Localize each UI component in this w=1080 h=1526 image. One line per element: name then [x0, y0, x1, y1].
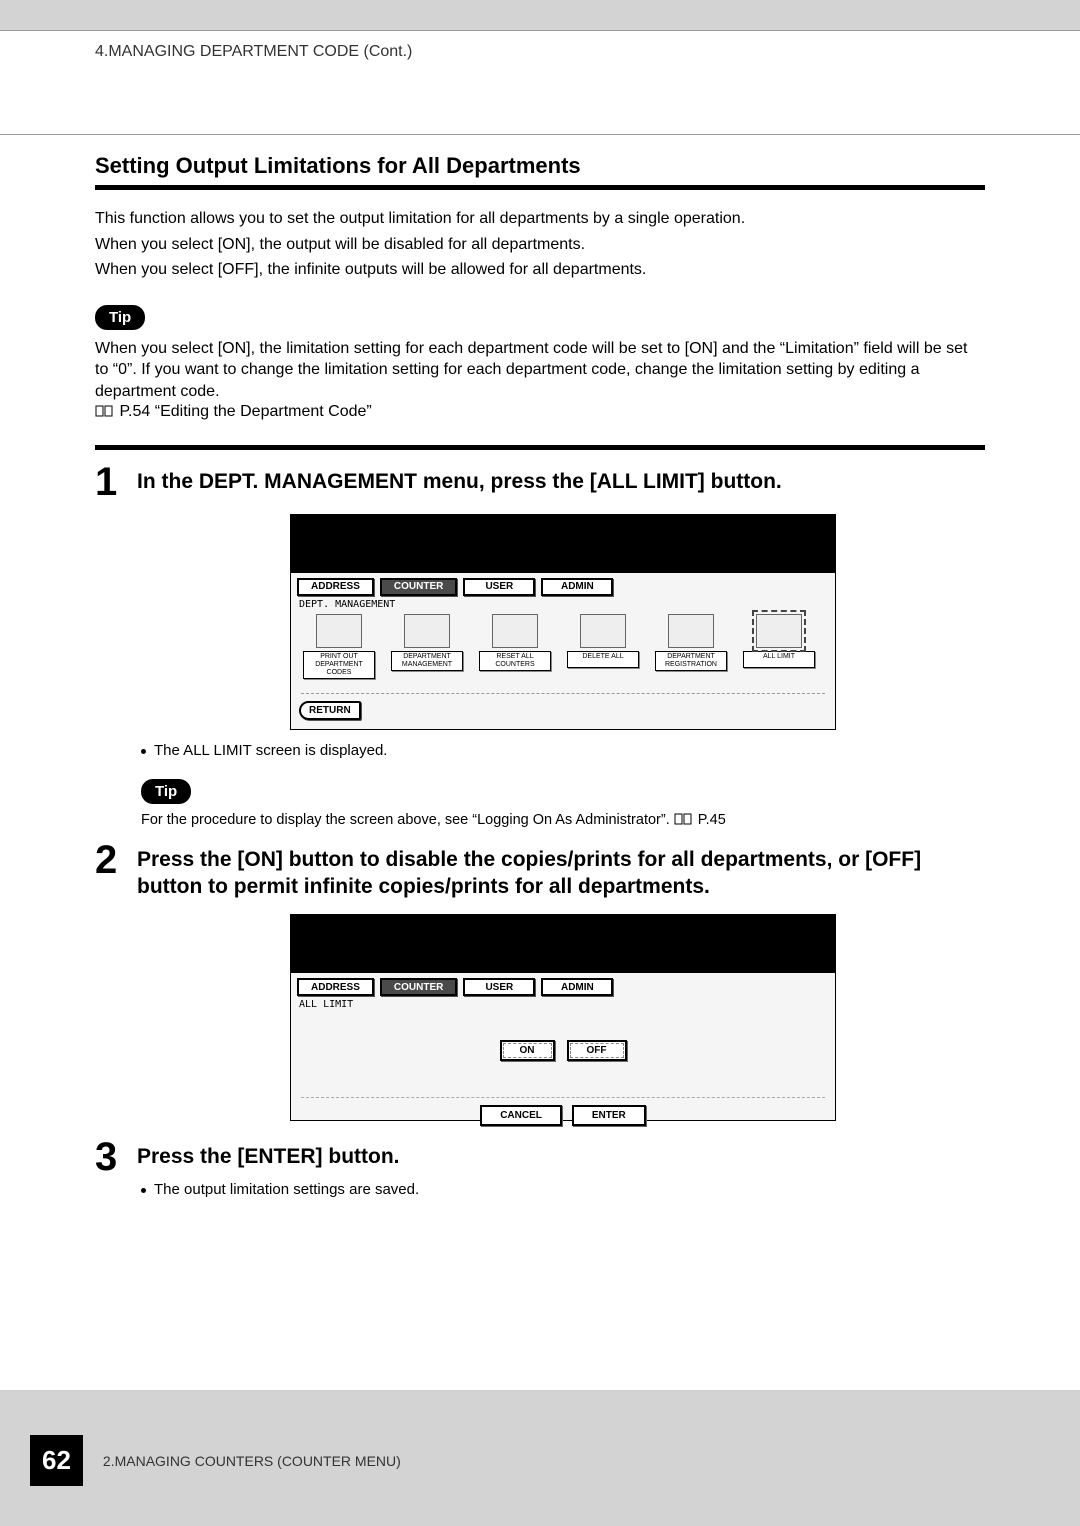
tab-user[interactable]: USER [463, 978, 535, 996]
step3-bullet: The output limitation settings are saved… [154, 1181, 419, 1198]
step-title-3: Press the [ENTER] button. [137, 1139, 400, 1170]
return-button[interactable]: RETURN [299, 701, 361, 720]
off-button[interactable]: OFF [567, 1040, 627, 1061]
bullet-icon [141, 1188, 146, 1193]
icon-label: PRINT OUT DEPARTMENT CODES [303, 651, 375, 679]
dept-reg-icon [668, 614, 714, 648]
cancel-button[interactable]: CANCEL [480, 1105, 562, 1126]
icon-label: RESET ALL COUNTERS [479, 651, 551, 671]
enter-button[interactable]: ENTER [572, 1105, 646, 1126]
header-band: 4.MANAGING DEPARTMENT CODE (Cont.) [0, 30, 1080, 135]
tip-badge-2: Tip [141, 779, 191, 804]
tab-user[interactable]: USER [463, 578, 535, 596]
step-title-1: In the DEPT. MANAGEMENT menu, press the … [137, 464, 782, 495]
icon-label: DEPARTMENT REGISTRATION [655, 651, 727, 671]
intro-line-2: When you select [ON], the output will be… [95, 234, 985, 256]
tab-counter[interactable]: COUNTER [380, 978, 457, 996]
page-number: 62 [30, 1435, 83, 1486]
lcd-screenshot-2: ADDRESS COUNTER USER ADMIN ALL LIMIT ON … [290, 914, 836, 1121]
step-2: 2 Press the [ON] button to disable the c… [95, 842, 985, 901]
tip-body-1: When you select [ON], the limitation set… [95, 338, 985, 403]
footer: 62 2.MANAGING COUNTERS (COUNTER MENU) [30, 1435, 401, 1486]
lcd-subtitle-1: DEPT. MANAGEMENT [291, 596, 835, 614]
btn-print-out-dept-codes[interactable]: PRINT OUT DEPARTMENT CODES [303, 614, 375, 679]
tab-admin[interactable]: ADMIN [541, 578, 613, 596]
step-number-3: 3 [95, 1139, 137, 1175]
step-title-2: Press the [ON] button to disable the cop… [137, 842, 985, 901]
book-icon [674, 813, 692, 826]
dept-mgmt-icon [404, 614, 450, 648]
on-button[interactable]: ON [500, 1040, 555, 1061]
btn-all-limit[interactable]: ALL LIMIT [743, 614, 815, 679]
btn-delete-all[interactable]: DELETE ALL [567, 614, 639, 679]
bullet-icon [141, 749, 146, 754]
lcd-divider [301, 693, 825, 694]
tab-counter[interactable]: COUNTER [380, 578, 457, 596]
tab-address[interactable]: ADDRESS [297, 978, 374, 996]
intro-line-1: This function allows you to set the outp… [95, 208, 985, 230]
btn-dept-registration[interactable]: DEPARTMENT REGISTRATION [655, 614, 727, 679]
footer-text: 2.MANAGING COUNTERS (COUNTER MENU) [103, 1453, 401, 1469]
lcd-screenshot-1: ADDRESS COUNTER USER ADMIN DEPT. MANAGEM… [290, 514, 836, 730]
step-3: 3 Press the [ENTER] button. [95, 1139, 985, 1175]
step1-bullet: The ALL LIMIT screen is displayed. [154, 742, 387, 759]
icon-label: ALL LIMIT [743, 651, 815, 668]
step-number-2: 2 [95, 842, 137, 878]
tab-address[interactable]: ADDRESS [297, 578, 374, 596]
tip-body-2: For the procedure to display the screen … [141, 812, 985, 828]
book-icon [95, 405, 113, 418]
ref-text-2: P.45 [694, 812, 726, 828]
intro-line-3: When you select [OFF], the infinite outp… [95, 259, 985, 281]
icon-label: DEPARTMENT MANAGEMENT [391, 651, 463, 671]
divider [95, 445, 985, 450]
step-number-1: 1 [95, 464, 137, 500]
printout-icon [316, 614, 362, 648]
section-heading: Setting Output Limitations for All Depar… [95, 153, 985, 190]
tab-admin[interactable]: ADMIN [541, 978, 613, 996]
delete-icon [580, 614, 626, 648]
ref-text-1: P.54 “Editing the Department Code” [115, 403, 372, 420]
step-1: 1 In the DEPT. MANAGEMENT menu, press th… [95, 464, 985, 500]
bullet-row-3: The output limitation settings are saved… [141, 1181, 985, 1198]
btn-reset-all-counters[interactable]: RESET ALL COUNTERS [479, 614, 551, 679]
tip2-prefix: For the procedure to display the screen … [141, 812, 674, 828]
all-limit-icon [756, 614, 802, 648]
reset-icon [492, 614, 538, 648]
breadcrumb: 4.MANAGING DEPARTMENT CODE (Cont.) [95, 31, 412, 61]
icon-label: DELETE ALL [567, 651, 639, 668]
lcd-subtitle-2: ALL LIMIT [291, 996, 835, 1014]
ref-link-1: P.54 “Editing the Department Code” [95, 403, 985, 421]
btn-dept-management[interactable]: DEPARTMENT MANAGEMENT [391, 614, 463, 679]
tip-badge: Tip [95, 305, 145, 330]
bullet-row-1: The ALL LIMIT screen is displayed. [141, 742, 985, 759]
